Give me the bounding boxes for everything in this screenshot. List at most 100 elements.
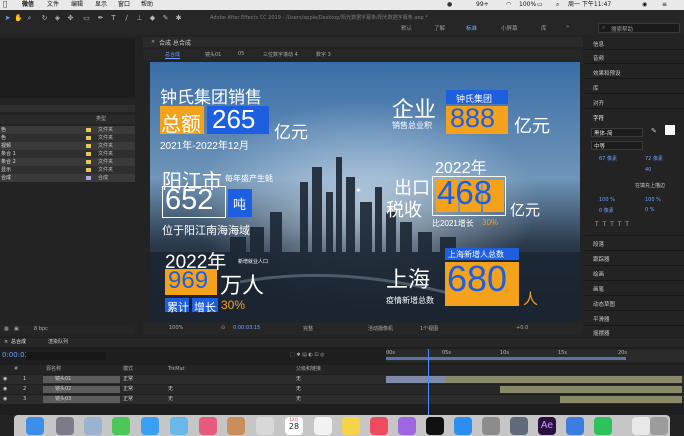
breadcrumb-item[interactable]: 三位数字滚动 4: [263, 51, 298, 58]
font-size-value[interactable]: 67 像素: [599, 155, 617, 162]
workspace-libraries[interactable]: 库: [541, 24, 547, 32]
current-time[interactable]: 0:00:03:15: [233, 325, 260, 331]
battery-icon[interactable]: ▭: [537, 0, 543, 10]
composition-tab[interactable]: 合成 总合成: [159, 38, 191, 47]
timeline-switches-icons[interactable]: ⬚ ✱ ▤ ◐ ⊡ ◎: [290, 351, 325, 360]
exposure-value[interactable]: +0.0: [516, 325, 528, 331]
parent-dropdown[interactable]: 无: [296, 375, 301, 384]
source-name-header[interactable]: 源名称: [46, 365, 61, 374]
breadcrumb-item[interactable]: 数字 3: [316, 51, 331, 58]
breadcrumb-item[interactable]: 05: [238, 51, 244, 57]
table-row[interactable]: ◉ 3 镜头03 正常 无 无: [0, 395, 684, 404]
preview-icon[interactable]: [84, 417, 102, 435]
launchpad-icon[interactable]: [56, 417, 74, 435]
render-queue-tab[interactable]: 渲染队列: [48, 338, 68, 347]
font-family-dropdown[interactable]: 黑体-简: [591, 128, 643, 137]
tracking-value[interactable]: 40: [645, 167, 651, 173]
menu-help[interactable]: 帮助: [141, 0, 153, 10]
workspace-learn[interactable]: 了解: [434, 24, 445, 32]
battery-count[interactable]: 99+: [476, 0, 489, 10]
workspace-default[interactable]: 默认: [401, 24, 412, 32]
layer-duration-bar[interactable]: [386, 376, 446, 383]
panel-wiggler[interactable]: 摇摆器: [593, 329, 610, 337]
puppet-tool-icon[interactable]: ✱: [174, 14, 183, 23]
menubar-clock[interactable]: 周一 下午11:47: [568, 0, 611, 10]
app-store-icon[interactable]: [454, 417, 472, 435]
calendar-icon[interactable]: 12月 28: [285, 417, 303, 435]
layer-name-field[interactable]: 镜头01: [43, 376, 120, 383]
resolution-dropdown[interactable]: 完整: [303, 325, 313, 332]
rotate-tool-icon[interactable]: ↻: [40, 14, 49, 23]
workspace-small-screen[interactable]: 小屏幕: [501, 24, 518, 32]
panel-paint[interactable]: 绘画: [593, 270, 604, 278]
panel-character[interactable]: 字符: [593, 114, 604, 122]
menu-file[interactable]: 文件: [47, 0, 59, 10]
wechat-tray-icon[interactable]: ●: [447, 0, 452, 10]
user-icon[interactable]: ◉: [642, 0, 647, 10]
rectangle-tool-icon[interactable]: ▭: [82, 14, 91, 23]
stroke-dropdown[interactable]: 在填充上描边: [635, 182, 665, 189]
layer-duration-bar[interactable]: [446, 376, 682, 383]
music-icon[interactable]: [370, 417, 388, 435]
camera-dropdown[interactable]: 活动摄像机: [368, 325, 393, 332]
after-effects-icon[interactable]: Ae: [538, 417, 556, 435]
table-row[interactable]: ◉ 2 镜头02 正常 无 无: [0, 385, 684, 394]
visibility-eye-icon[interactable]: ◉: [3, 375, 7, 384]
timeline-search-input[interactable]: [26, 352, 106, 360]
contacts-icon[interactable]: [227, 417, 245, 435]
mode-dropdown[interactable]: 正常: [123, 375, 133, 384]
spotlight-icon[interactable]: ⌕: [556, 0, 559, 10]
list-item[interactable]: 条合 1 文件夹: [0, 150, 135, 158]
maps-icon[interactable]: [170, 417, 188, 435]
roto-tool-icon[interactable]: ✎: [161, 14, 170, 23]
menu-window[interactable]: 窗口: [118, 0, 130, 10]
vertical-scale-value[interactable]: 100 %: [599, 197, 615, 203]
facetime-icon[interactable]: [112, 417, 130, 435]
playhead[interactable]: [428, 349, 429, 415]
panel-effects-presets[interactable]: 效果和预设: [593, 69, 621, 77]
panel-libraries[interactable]: 库: [593, 84, 599, 92]
bpc-button[interactable]: 8 bpc: [34, 325, 48, 334]
table-row[interactable]: ◉ 1 镜头01 正常 无: [0, 375, 684, 384]
layer-duration-bar[interactable]: [500, 386, 682, 393]
breadcrumb-item[interactable]: 总合成: [165, 51, 181, 59]
breadcrumb-item[interactable]: 镜头01: [205, 51, 221, 58]
panel-brushes[interactable]: 画笔: [593, 285, 604, 293]
wifi-icon[interactable]: ◠: [506, 0, 511, 10]
fill-color-swatch[interactable]: [665, 125, 675, 135]
magnification-dropdown[interactable]: 100%: [169, 325, 183, 331]
horizontal-scale-value[interactable]: 100 %: [645, 197, 661, 203]
reminders-icon[interactable]: [314, 417, 332, 435]
list-item[interactable]: 条合 2 文件夹: [0, 158, 135, 166]
screenshot-icon[interactable]: [510, 417, 528, 435]
trkmat-dropdown[interactable]: 无: [168, 395, 173, 404]
parent-dropdown[interactable]: 无: [296, 385, 301, 394]
project-scrollbar[interactable]: [0, 105, 135, 112]
panel-info[interactable]: 信息: [593, 40, 604, 48]
control-center-icon[interactable]: ≡: [662, 0, 667, 10]
anchor-point-icon[interactable]: ✦: [355, 186, 362, 195]
panel-smoother[interactable]: 平滑器: [593, 315, 610, 323]
work-area-bar[interactable]: [386, 357, 626, 360]
mode-dropdown[interactable]: 正常: [123, 385, 133, 394]
zoom-tool-icon[interactable]: ⌕: [25, 14, 34, 23]
time-ruler[interactable]: 00s 05s 10s 15s 20s: [386, 349, 684, 362]
baseline-shift-value[interactable]: 0 像素: [599, 207, 614, 214]
font-style-dropdown[interactable]: 中等: [591, 141, 643, 150]
clone-tool-icon[interactable]: ⊥: [135, 14, 144, 23]
panel-audio[interactable]: 音频: [593, 54, 604, 62]
trash-icon[interactable]: [650, 417, 668, 435]
panel-tracker[interactable]: 跟踪器: [593, 255, 610, 263]
trkmat-dropdown[interactable]: 无: [168, 385, 173, 394]
camera-tool-icon[interactable]: ◈: [53, 14, 62, 23]
selection-tool-icon[interactable]: ➤: [3, 14, 12, 23]
visibility-eye-icon[interactable]: ◉: [3, 395, 7, 404]
leading-value[interactable]: 72 像素: [645, 155, 663, 162]
workspace-standard[interactable]: 标准: [466, 24, 477, 32]
hand-tool-icon[interactable]: ✋: [14, 14, 23, 23]
list-item[interactable]: 视频 文件夹: [0, 142, 135, 150]
menubar-app-name[interactable]: 微信: [22, 0, 34, 10]
finder-icon[interactable]: [26, 417, 44, 435]
panel-paragraph[interactable]: 段落: [593, 240, 604, 248]
layer-duration-bar[interactable]: [560, 396, 682, 403]
